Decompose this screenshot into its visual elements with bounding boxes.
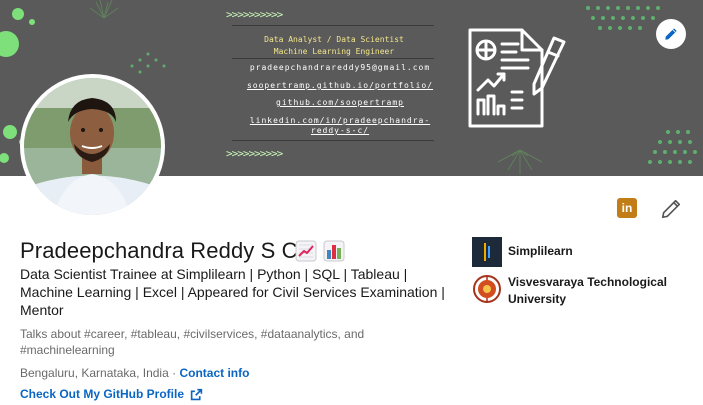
profile-photo[interactable]	[20, 74, 165, 219]
org-vtu[interactable]: Visvesvaraya Technological University	[472, 274, 698, 308]
banner-linkedin: linkedin.com/in/pradeepchandra- reddy-s-…	[224, 116, 456, 136]
org-name: Visvesvaraya Technological University	[508, 275, 667, 306]
avatar	[24, 78, 161, 215]
location-separator: ·	[168, 366, 180, 380]
edit-banner-button[interactable]	[656, 19, 686, 49]
banner-divider-bottom	[232, 140, 434, 141]
report-document-icon	[468, 28, 566, 128]
banner-chevrons-bottom: >>>>>>>>>>	[226, 147, 283, 160]
bar-chart-icon	[323, 240, 345, 262]
banner-github: github.com/soopertramp	[276, 98, 404, 107]
github-profile-label: Check Out My GitHub Profile	[20, 387, 185, 401]
external-link-icon	[190, 388, 203, 400]
pencil-icon	[665, 28, 677, 40]
banner-role-line2: Machine Learning Engineer	[273, 47, 395, 56]
pencil-icon	[661, 199, 681, 219]
org-name: Simplilearn	[508, 244, 573, 258]
banner-chevrons-top: >>>>>>>>>>	[226, 8, 283, 21]
avatar-illustration	[24, 78, 161, 215]
profile-name: Pradeepchandra Reddy S C	[20, 238, 298, 263]
edit-intro-button[interactable]	[660, 198, 682, 220]
banner-email: pradeepchandrareddy95@gmail.com	[249, 63, 431, 72]
banner-linkedin-line2: reddy-s-c/	[310, 126, 370, 135]
banner-divider-mid	[232, 58, 434, 59]
profile-talks-about: Talks about #career, #tableau, #civilser…	[20, 327, 365, 357]
org-simplilearn[interactable]: Simplilearn	[472, 237, 698, 267]
profile-location-row: Bengaluru, Karnataka, India · Contact in…	[20, 365, 249, 381]
contact-info-link[interactable]: Contact info	[179, 366, 249, 380]
profile-headline: Data Scientist Trainee at Simplilearn | …	[20, 266, 445, 318]
banner-role: Data Analyst / Data Scientist Machine Le…	[236, 34, 432, 58]
github-profile-link[interactable]: Check Out My GitHub Profile	[20, 387, 203, 401]
banner-divider-top	[232, 25, 434, 26]
vtu-logo-icon	[473, 275, 501, 303]
chart-increasing-icon	[295, 240, 317, 262]
linkedin-logo-icon[interactable]: in	[617, 198, 637, 218]
banner-portfolio: soopertramp.github.io/portfolio/	[246, 81, 434, 90]
profile-location: Bengaluru, Karnataka, India	[20, 366, 169, 380]
banner-linkedin-line1: linkedin.com/in/pradeepchandra-	[249, 116, 431, 125]
banner-role-line1: Data Analyst / Data Scientist	[264, 35, 404, 44]
simplilearn-logo-icon	[472, 237, 502, 267]
